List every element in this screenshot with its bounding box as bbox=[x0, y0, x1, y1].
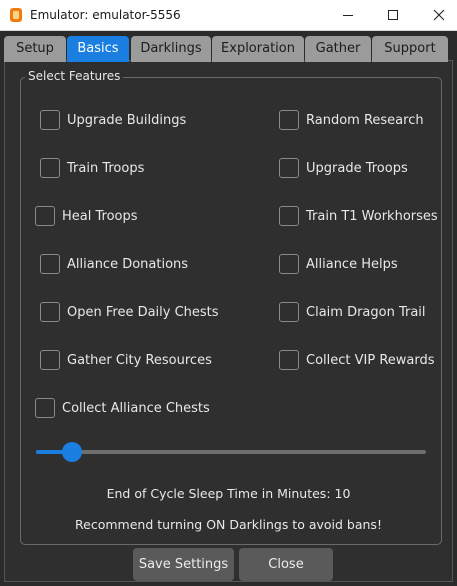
train-troops-option[interactable]: Train Troops bbox=[40, 158, 144, 178]
sleep-time-label: End of Cycle Sleep Time in Minutes: 10 bbox=[106, 486, 351, 501]
maximize-icon bbox=[388, 10, 398, 20]
tab-basics[interactable]: Basics bbox=[67, 36, 129, 62]
upgrade-troops-option[interactable]: Upgrade Troops bbox=[279, 158, 408, 178]
minimize-button[interactable] bbox=[325, 0, 371, 30]
sleep-time-slider-handle[interactable] bbox=[62, 442, 82, 462]
alliance-donations-option[interactable]: Alliance Donations bbox=[40, 254, 188, 274]
open-free-daily-chests-option[interactable]: Open Free Daily Chests bbox=[40, 302, 219, 322]
tab-exploration[interactable]: Exploration bbox=[212, 36, 304, 62]
heal-troops-label: Heal Troops bbox=[62, 208, 138, 224]
alliance-helps-option[interactable]: Alliance Helps bbox=[279, 254, 398, 274]
collect-vip-rewards-checkbox[interactable] bbox=[279, 350, 299, 370]
recommendation-text: Recommend turning ON Darklings to avoid … bbox=[75, 517, 382, 532]
heal-troops-checkbox[interactable] bbox=[35, 206, 55, 226]
collect-alliance-chests-label: Collect Alliance Chests bbox=[62, 400, 210, 416]
upgrade-troops-label: Upgrade Troops bbox=[306, 160, 408, 176]
train-t1-workhorses-checkbox[interactable] bbox=[279, 206, 299, 226]
collect-alliance-chests-option[interactable]: Collect Alliance Chests bbox=[35, 398, 210, 418]
tab-darklings[interactable]: Darklings bbox=[131, 36, 211, 62]
group-title: Select Features bbox=[25, 68, 124, 84]
open-free-daily-chests-label: Open Free Daily Chests bbox=[67, 304, 219, 320]
train-t1-workhorses-label: Train T1 Workhorses bbox=[306, 208, 438, 224]
collect-alliance-chests-checkbox[interactable] bbox=[35, 398, 55, 418]
alliance-donations-checkbox[interactable] bbox=[40, 254, 60, 274]
close-window-button[interactable] bbox=[416, 0, 457, 30]
claim-dragon-trail-label: Claim Dragon Trail bbox=[306, 304, 426, 320]
train-troops-label: Train Troops bbox=[67, 160, 145, 176]
tab-bar: Setup Basics Darklings Exploration Gathe… bbox=[0, 31, 457, 62]
gather-city-resources-option[interactable]: Gather City Resources bbox=[40, 350, 212, 370]
tab-gather[interactable]: Gather bbox=[305, 36, 371, 62]
upgrade-buildings-checkbox[interactable] bbox=[40, 110, 60, 130]
random-research-option[interactable]: Random Research bbox=[279, 110, 424, 130]
sleep-time-slider-track[interactable] bbox=[36, 450, 426, 454]
train-troops-checkbox[interactable] bbox=[40, 158, 60, 178]
tab-support[interactable]: Support bbox=[372, 36, 448, 62]
collect-vip-rewards-label: Collect VIP Rewards bbox=[306, 352, 435, 368]
close-button[interactable]: Close bbox=[239, 548, 333, 581]
gather-city-resources-checkbox[interactable] bbox=[40, 350, 60, 370]
alliance-donations-label: Alliance Donations bbox=[67, 256, 189, 272]
collect-vip-rewards-option[interactable]: Collect VIP Rewards bbox=[279, 350, 435, 370]
upgrade-buildings-option[interactable]: Upgrade Buildings bbox=[40, 110, 186, 130]
claim-dragon-trail-checkbox[interactable] bbox=[279, 302, 299, 322]
tab-setup[interactable]: Setup bbox=[4, 36, 66, 62]
window-title: Emulator: emulator-5556 bbox=[30, 8, 181, 22]
train-t1-workhorses-option[interactable]: Train T1 Workhorses bbox=[279, 206, 438, 226]
upgrade-buildings-label: Upgrade Buildings bbox=[67, 112, 187, 128]
claim-dragon-trail-option[interactable]: Claim Dragon Trail bbox=[279, 302, 426, 322]
alliance-helps-checkbox[interactable] bbox=[279, 254, 299, 274]
close-icon bbox=[433, 9, 445, 21]
open-free-daily-chests-checkbox[interactable] bbox=[40, 302, 60, 322]
gather-city-resources-label: Gather City Resources bbox=[67, 352, 212, 368]
maximize-button[interactable] bbox=[370, 0, 416, 30]
heal-troops-option[interactable]: Heal Troops bbox=[35, 206, 138, 226]
save-settings-button[interactable]: Save Settings bbox=[133, 548, 234, 581]
alliance-helps-label: Alliance Helps bbox=[306, 256, 398, 272]
title-bar: Emulator: emulator-5556 bbox=[0, 0, 457, 31]
random-research-label: Random Research bbox=[306, 112, 424, 128]
upgrade-troops-checkbox[interactable] bbox=[279, 158, 299, 178]
minimize-icon bbox=[343, 15, 353, 16]
emulator-app-icon bbox=[10, 8, 22, 22]
random-research-checkbox[interactable] bbox=[279, 110, 299, 130]
